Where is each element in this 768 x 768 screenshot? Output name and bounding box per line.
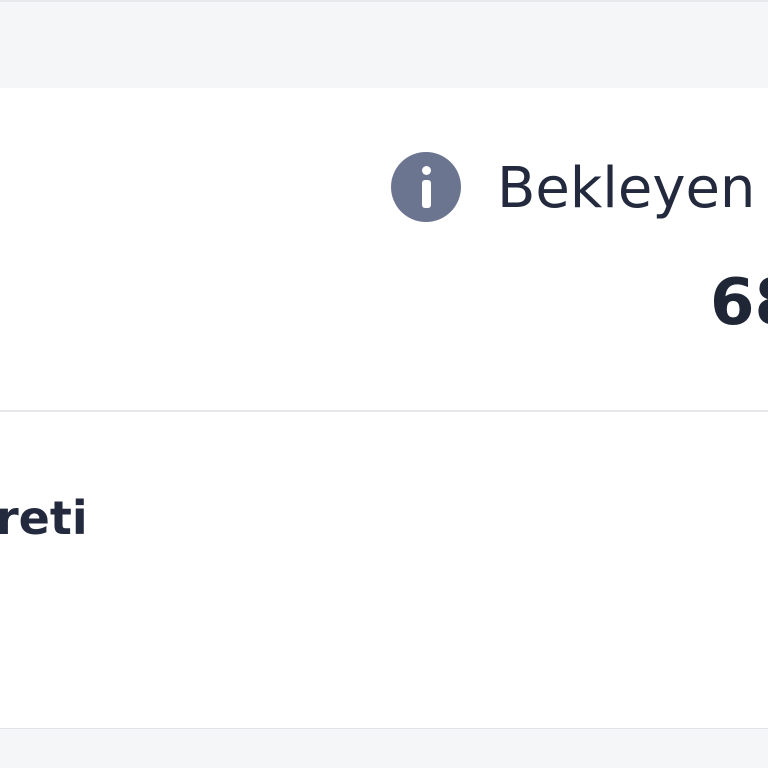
top-divider xyxy=(0,0,768,2)
screen: Bekleyen 68 reti xyxy=(0,0,768,768)
section-heading: reti xyxy=(0,491,88,545)
pending-label: Bekleyen xyxy=(497,156,756,221)
summary-card: Bekleyen 68 reti xyxy=(0,88,768,729)
pending-count: 68 xyxy=(710,266,768,340)
pending-stat-section: Bekleyen 68 xyxy=(0,88,768,412)
info-icon xyxy=(391,152,461,222)
